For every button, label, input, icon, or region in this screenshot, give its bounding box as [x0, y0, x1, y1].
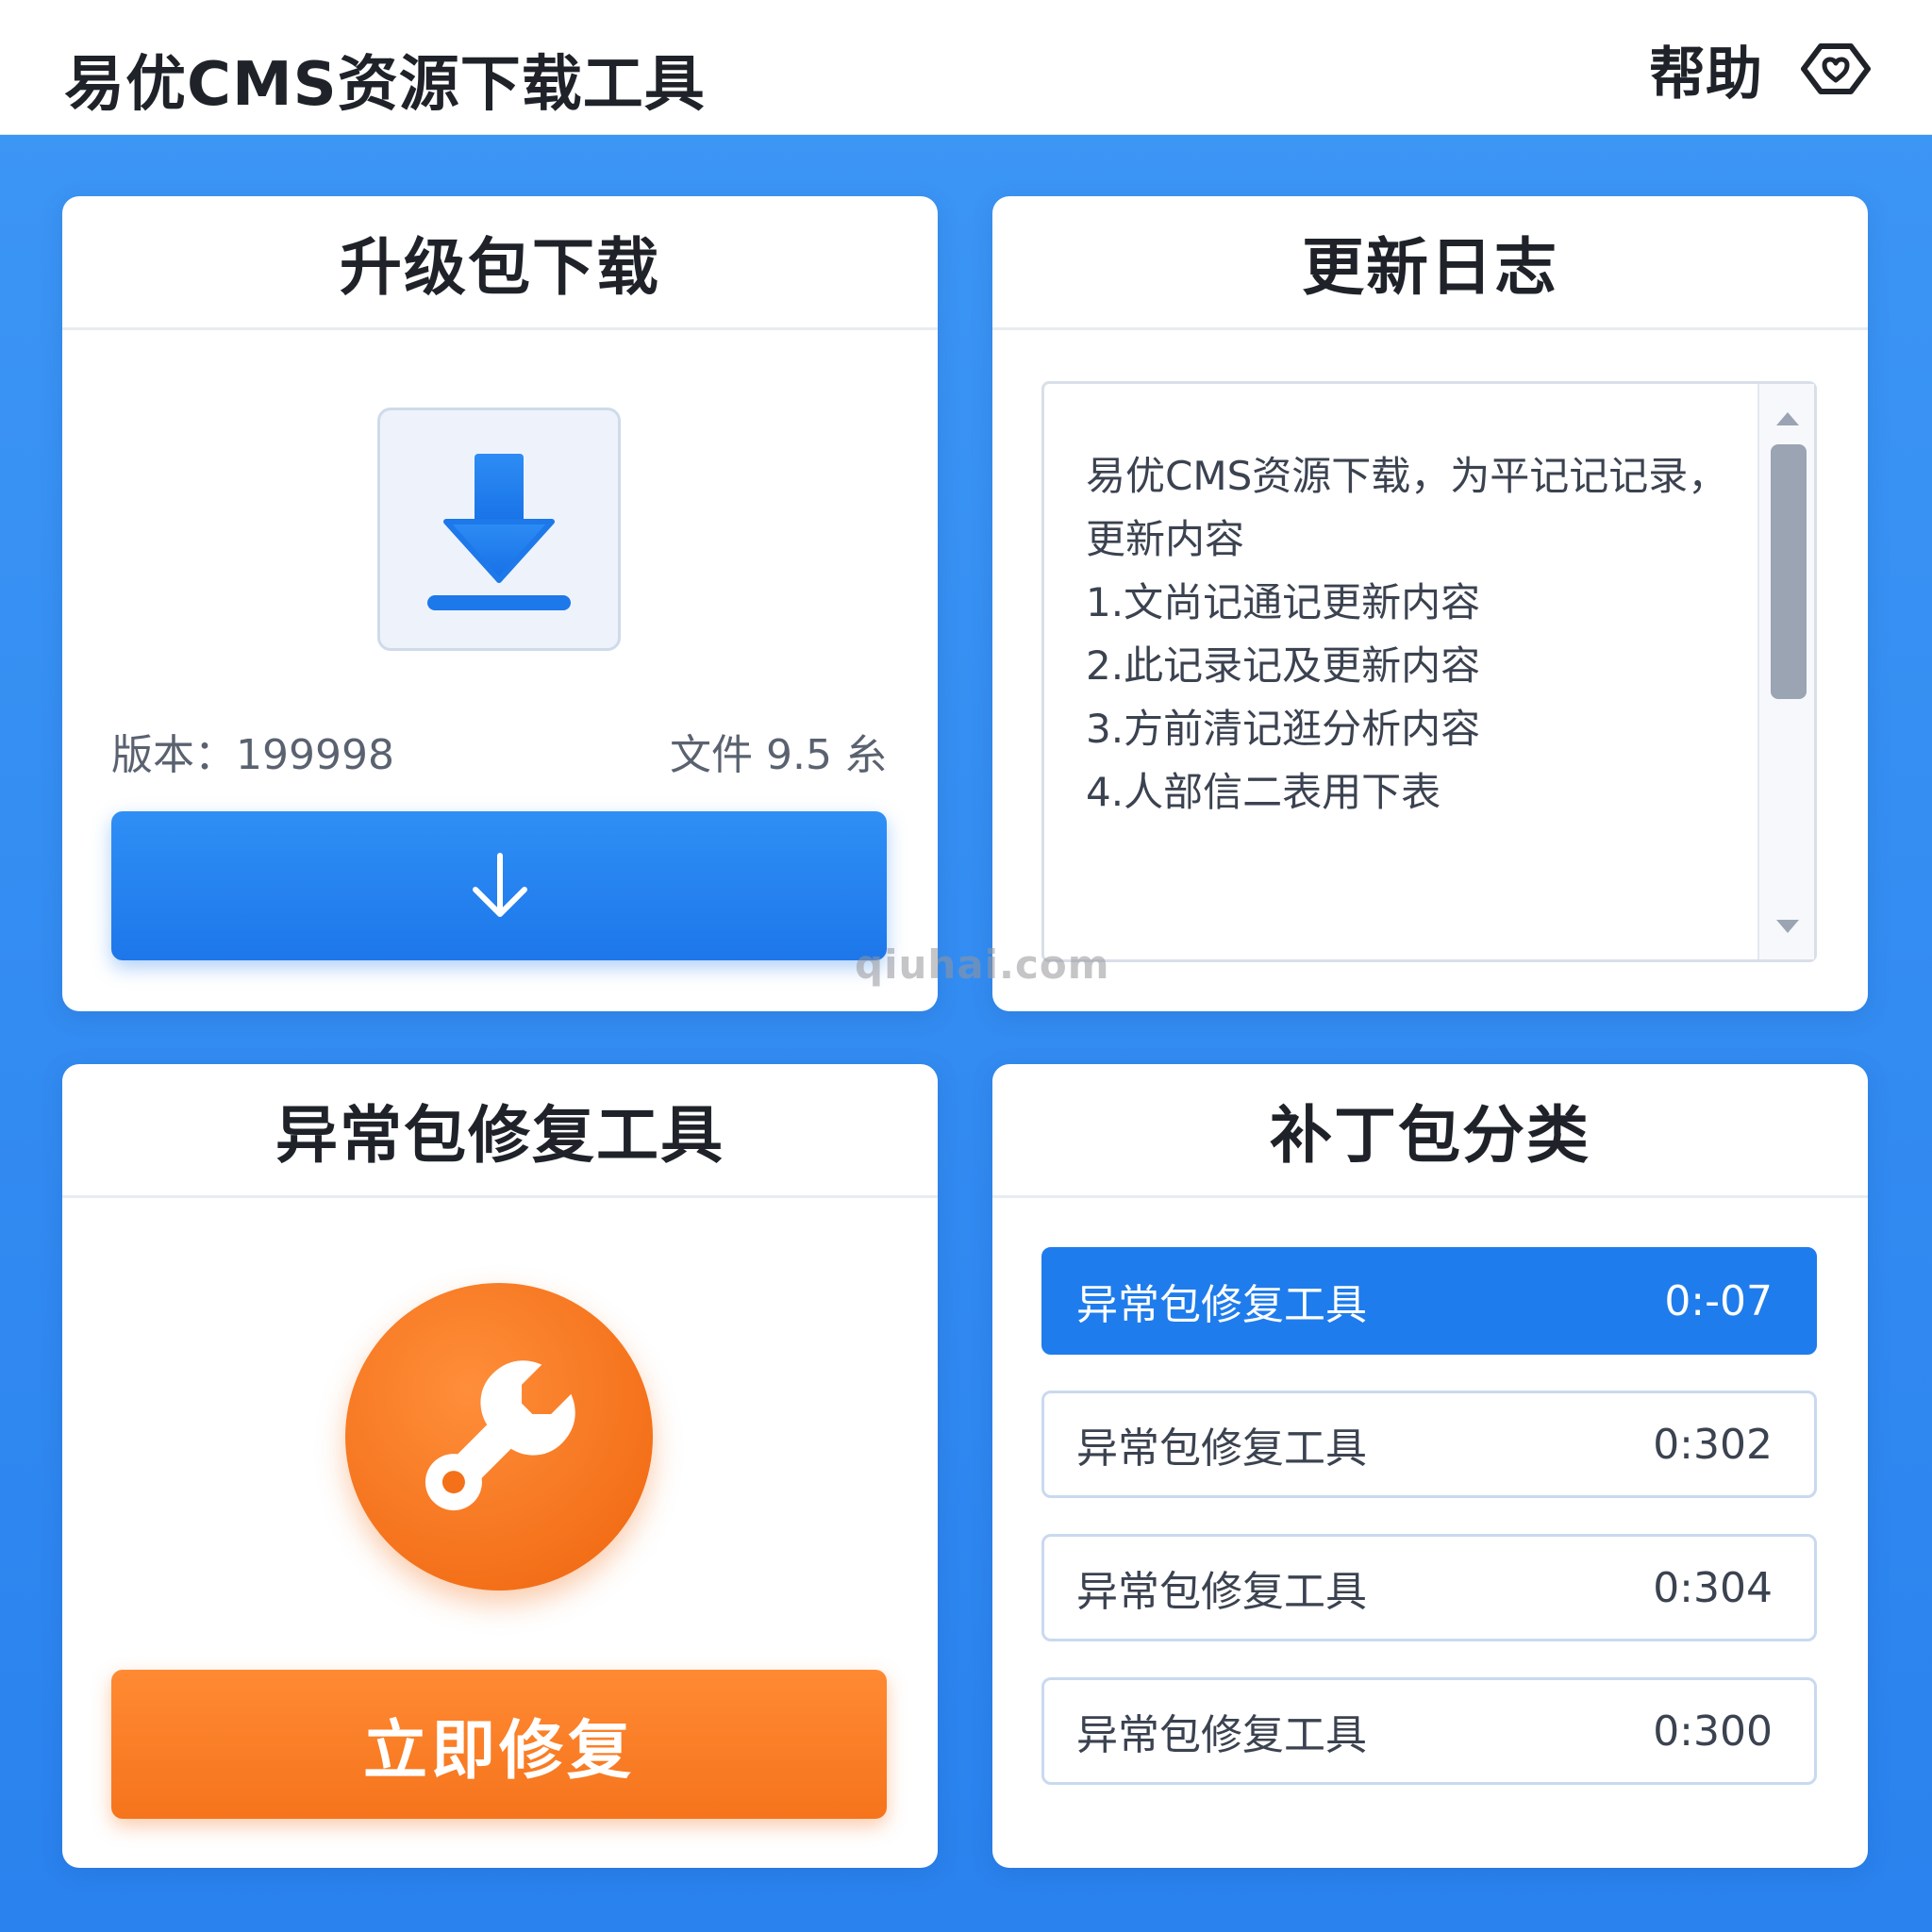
changelog-line: 1.文尚记通记更新内容	[1086, 579, 1481, 625]
patch-item-name: 异常包修复工具	[1076, 1424, 1367, 1473]
download-button[interactable]	[111, 811, 887, 960]
patch-card-title: 补丁包分类	[1270, 1098, 1591, 1172]
upgrade-package-card: 升级包下载 版本：199998 文件 9.5 糸	[62, 196, 938, 1011]
repair-now-label: 立即修复	[362, 1713, 635, 1789]
changelog-line: 3.方前清记逛分析内容	[1086, 706, 1481, 752]
app-title: 易优CMS资源下载工具	[64, 50, 706, 120]
changelog-line: 更新内容	[1086, 516, 1245, 562]
wrench-icon	[425, 1360, 575, 1511]
help-button[interactable]: 帮助	[1649, 34, 1872, 108]
changelog-text: 易优CMS资源下载，为平记记记录， 更新内容 1.文尚记通记更新内容 2.此记录…	[1086, 444, 1727, 824]
patch-card-header: 补丁包分类	[992, 1064, 1868, 1198]
upgrade-card-title: 升级包下载	[340, 230, 660, 304]
patch-item-name: 异常包修复工具	[1076, 1568, 1367, 1616]
wrench-badge	[345, 1283, 653, 1591]
repair-card-title: 异常包修复工具	[275, 1098, 724, 1172]
scroll-up-icon[interactable]	[1774, 410, 1801, 427]
top-bar: 易优CMS资源下载工具 帮助	[0, 0, 1932, 135]
download-icon	[427, 454, 571, 610]
changelog-card-title: 更新日志	[1302, 230, 1558, 304]
changelog-line: 易优CMS资源下载，为平记记记录，	[1086, 453, 1728, 499]
watermark: qiuhai.com	[855, 941, 1110, 988]
patch-category-card: 补丁包分类 异常包修复工具 0:-07 异常包修复工具 0:302 异常包修复工…	[992, 1064, 1868, 1868]
patch-item-name: 异常包修复工具	[1076, 1711, 1367, 1759]
arrow-down-icon	[473, 853, 527, 917]
patch-list-item[interactable]: 异常包修复工具 0:304	[1041, 1534, 1817, 1641]
patch-list-item[interactable]: 异常包修复工具 0:-07	[1041, 1247, 1817, 1355]
changelog-line: 4.人部信二表用下表	[1086, 769, 1441, 815]
patch-item-time: 0:-07	[1664, 1276, 1773, 1325]
scrollbar-thumb[interactable]	[1771, 444, 1807, 699]
changelog-card: 更新日志 易优CMS资源下载，为平记记记录， 更新内容 1.文尚记通记更新内容 …	[992, 196, 1868, 1011]
patch-item-time: 0:302	[1653, 1420, 1773, 1469]
repair-card-header: 异常包修复工具	[62, 1064, 938, 1198]
patch-list-item[interactable]: 异常包修复工具 0:300	[1041, 1677, 1817, 1785]
changelog-textbox[interactable]: 易优CMS资源下载，为平记记记录， 更新内容 1.文尚记通记更新内容 2.此记录…	[1041, 381, 1817, 962]
patch-list-item[interactable]: 异常包修复工具 0:302	[1041, 1391, 1817, 1498]
scroll-down-icon[interactable]	[1774, 918, 1801, 935]
changelog-scrollbar[interactable]	[1757, 384, 1814, 959]
changelog-line: 2.此记录记及更新内容	[1086, 642, 1481, 689]
patch-item-name: 异常包修复工具	[1076, 1281, 1367, 1329]
changelog-card-header: 更新日志	[992, 196, 1868, 330]
repair-tool-card: 异常包修复工具 立即修复	[62, 1064, 938, 1868]
patch-item-time: 0:304	[1653, 1563, 1773, 1612]
version-text: 版本：199998	[111, 731, 394, 779]
help-heart-icon	[1801, 43, 1871, 94]
repair-now-button[interactable]: 立即修复	[111, 1670, 887, 1819]
upgrade-card-header: 升级包下载	[62, 196, 938, 330]
download-tile[interactable]	[377, 408, 621, 651]
file-size-text: 文件 9.5 糸	[670, 731, 887, 779]
help-label: 帮助	[1649, 41, 1762, 108]
patch-item-time: 0:300	[1653, 1707, 1773, 1756]
